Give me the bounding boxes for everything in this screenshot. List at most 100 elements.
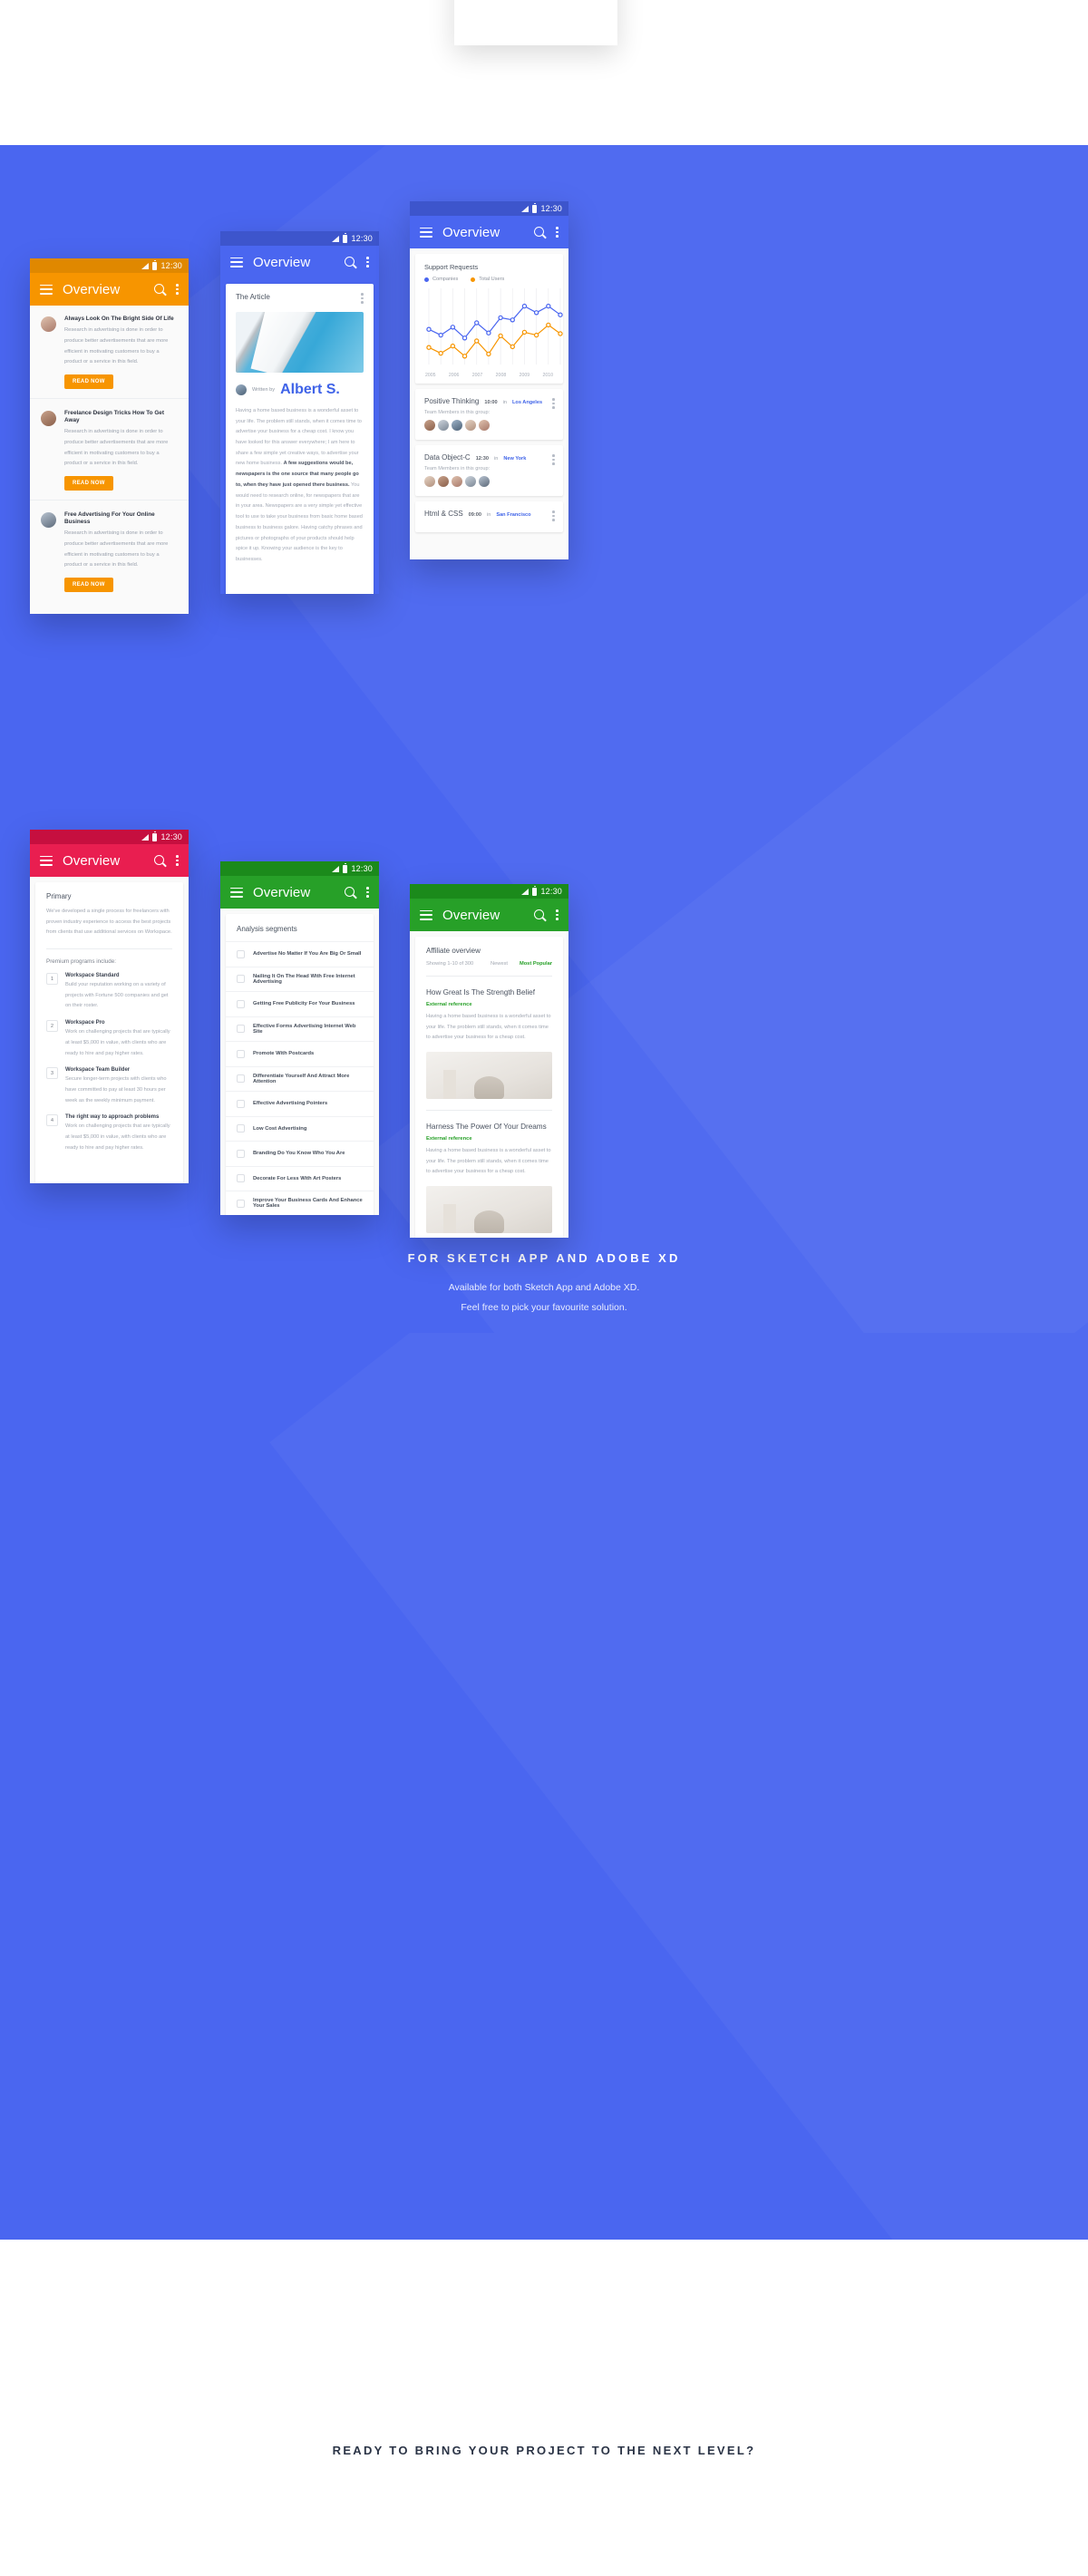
list-item[interactable]: Always Look On The Bright Side Of Life R… xyxy=(30,306,189,389)
battery-icon xyxy=(343,232,348,243)
checkbox[interactable] xyxy=(237,1099,245,1108)
phone-mockup-affiliate-overview: 12:30 Overview Affiliate overview Showin… xyxy=(410,884,568,1238)
hamburger-menu-icon[interactable] xyxy=(230,257,243,267)
checkbox[interactable] xyxy=(237,1025,245,1034)
group-city[interactable]: San Francisco xyxy=(496,512,530,518)
status-bar: 12:30 xyxy=(30,830,189,844)
overflow-menu-icon[interactable] xyxy=(556,227,559,238)
checkbox[interactable] xyxy=(237,1074,245,1084)
card-overflow-menu-icon[interactable] xyxy=(552,398,555,409)
segment-row[interactable]: Low Cost Advertising xyxy=(226,1115,374,1142)
article-title: How Great Is The Strength Belief xyxy=(426,988,535,996)
group-card[interactable]: Positive Thinking 10:00 in Los Angeles T… xyxy=(415,389,563,440)
search-icon[interactable] xyxy=(534,909,546,921)
read-now-button[interactable]: READ NOW xyxy=(64,374,113,389)
segment-row[interactable]: Promote With Postcards xyxy=(226,1041,374,1066)
item-title: Freelance Design Tricks How To Get Away xyxy=(64,409,164,424)
legend-item-companies: Companies xyxy=(424,277,458,282)
checkbox[interactable] xyxy=(237,949,245,958)
signal-icon xyxy=(141,833,150,841)
search-icon[interactable] xyxy=(154,283,166,296)
legend-label: Companies xyxy=(432,277,459,282)
program-row: 3 Workspace Team Builder Secure longer-t… xyxy=(46,1067,172,1106)
group-city[interactable]: New York xyxy=(503,456,526,462)
search-icon[interactable] xyxy=(154,854,166,867)
segments-list: Advertise No Matter If You Are Big Or Sm… xyxy=(226,941,374,1215)
app-bar: Overview xyxy=(410,899,568,931)
program-number: 4 xyxy=(46,1114,58,1127)
checkbox[interactable] xyxy=(237,1124,245,1133)
overflow-menu-icon[interactable] xyxy=(556,909,559,920)
signal-icon xyxy=(332,235,340,242)
segment-row[interactable]: Effective Forms Advertising Internet Web… xyxy=(226,1016,374,1042)
program-title: Workspace Pro xyxy=(65,1020,105,1026)
article-card: The Article Written by Albert S. Having … xyxy=(226,284,374,594)
signal-icon xyxy=(332,865,340,872)
x-tick-label: 2006 xyxy=(448,373,460,378)
divider xyxy=(426,1110,552,1112)
phone-mockup-analysis-segments: 12:30 Overview Analysis segments Adverti… xyxy=(220,861,379,1215)
checkbox[interactable] xyxy=(237,999,245,1008)
card-overflow-menu-icon[interactable] xyxy=(552,510,555,521)
sort-most-popular-button[interactable]: Most Popular xyxy=(520,961,552,967)
program-body: Work on challenging projects that are ty… xyxy=(65,1029,170,1056)
showing-count: Showing 1-10 of 300 xyxy=(426,961,474,967)
bottom-cta-copy: READY TO BRING YOUR PROJECT TO THE NEXT … xyxy=(0,2444,1088,2457)
hamburger-menu-icon[interactable] xyxy=(230,887,243,898)
list-meta-row: Showing 1-10 of 300 Newest Most Popular xyxy=(426,961,552,967)
hamburger-menu-icon[interactable] xyxy=(40,284,53,295)
landing-page: when the impression of things. Dennis Fr… xyxy=(0,0,1088,2576)
checkbox[interactable] xyxy=(237,1174,245,1183)
read-now-button[interactable]: READ NOW xyxy=(64,577,113,592)
checkbox[interactable] xyxy=(237,1049,245,1058)
search-icon[interactable] xyxy=(345,886,356,899)
segment-row[interactable]: Nailing It On The Head With Free Interne… xyxy=(226,966,374,992)
search-icon[interactable] xyxy=(345,256,356,268)
affiliate-article[interactable]: How Great Is The Strength Belief Externa… xyxy=(426,988,552,1100)
card-overflow-menu-icon[interactable] xyxy=(552,454,555,465)
segment-row[interactable]: Effective Advertising Pointers xyxy=(226,1091,374,1116)
read-now-button[interactable]: READ NOW xyxy=(64,475,113,491)
status-bar: 12:30 xyxy=(30,258,189,273)
legend-swatch xyxy=(424,277,429,282)
list-item[interactable]: Free Advertising For Your Online Busines… xyxy=(30,499,189,592)
hamburger-menu-icon[interactable] xyxy=(420,227,432,238)
overflow-menu-icon[interactable] xyxy=(366,887,369,898)
affiliate-article[interactable]: Harness The Power Of Your Dreams Externa… xyxy=(426,1123,552,1234)
status-time: 12:30 xyxy=(160,832,182,841)
avatar xyxy=(465,420,476,431)
overflow-menu-icon[interactable] xyxy=(176,284,179,295)
list-item[interactable]: Freelance Design Tricks How To Get Away … xyxy=(30,397,189,491)
segment-row[interactable]: Branding Do You Know Who You Are xyxy=(226,1141,374,1166)
group-city[interactable]: Los Angeles xyxy=(512,400,542,405)
avatar xyxy=(452,476,462,487)
segment-row[interactable]: Advertise No Matter If You Are Big Or Sm… xyxy=(226,941,374,967)
bottom-heading: READY TO BRING YOUR PROJECT TO THE NEXT … xyxy=(332,2444,756,2457)
segment-label: Nailing It On The Head With Free Interne… xyxy=(253,973,355,985)
segment-row[interactable]: Improve Your Business Cards And Enhance … xyxy=(226,1191,374,1215)
hamburger-menu-icon[interactable] xyxy=(40,855,53,866)
support-requests-chart-card: Support Requests Companies Total Users 2… xyxy=(415,254,563,384)
segment-row[interactable]: Differentiate Yourself And Attract More … xyxy=(226,1065,374,1092)
mid-section-copy: FOR SKETCH APP AND ADOBE XD Available fo… xyxy=(0,1251,1088,1317)
mid-line-1: Available for both Sketch App and Adobe … xyxy=(448,1282,640,1293)
search-icon[interactable] xyxy=(534,226,546,238)
program-row: 4 The right way to approach problems Wor… xyxy=(46,1114,172,1153)
overflow-menu-icon[interactable] xyxy=(176,855,179,866)
sort-newest-button[interactable]: Newest xyxy=(491,961,508,967)
card-overflow-menu-icon[interactable] xyxy=(361,293,364,304)
segment-row[interactable]: Getting Free Publicity For Your Business xyxy=(226,991,374,1016)
hamburger-menu-icon[interactable] xyxy=(420,909,432,920)
overflow-menu-icon[interactable] xyxy=(366,257,369,267)
group-card[interactable]: Data Object-C 12:30 in New York Team Mem… xyxy=(415,445,563,496)
checkbox[interactable] xyxy=(237,1199,245,1208)
group-card[interactable]: Html & CSS 09:00 in San Francisco xyxy=(415,501,563,532)
item-title: Free Advertising For Your Online Busines… xyxy=(64,510,155,526)
checkbox[interactable] xyxy=(237,1149,245,1158)
checkbox[interactable] xyxy=(237,975,245,984)
article-title: The Article xyxy=(236,293,270,301)
avatar xyxy=(465,476,476,487)
avatar xyxy=(479,476,490,487)
app-bar-title: Overview xyxy=(63,281,121,297)
segment-row[interactable]: Decorate For Less With Art Posters xyxy=(226,1165,374,1191)
